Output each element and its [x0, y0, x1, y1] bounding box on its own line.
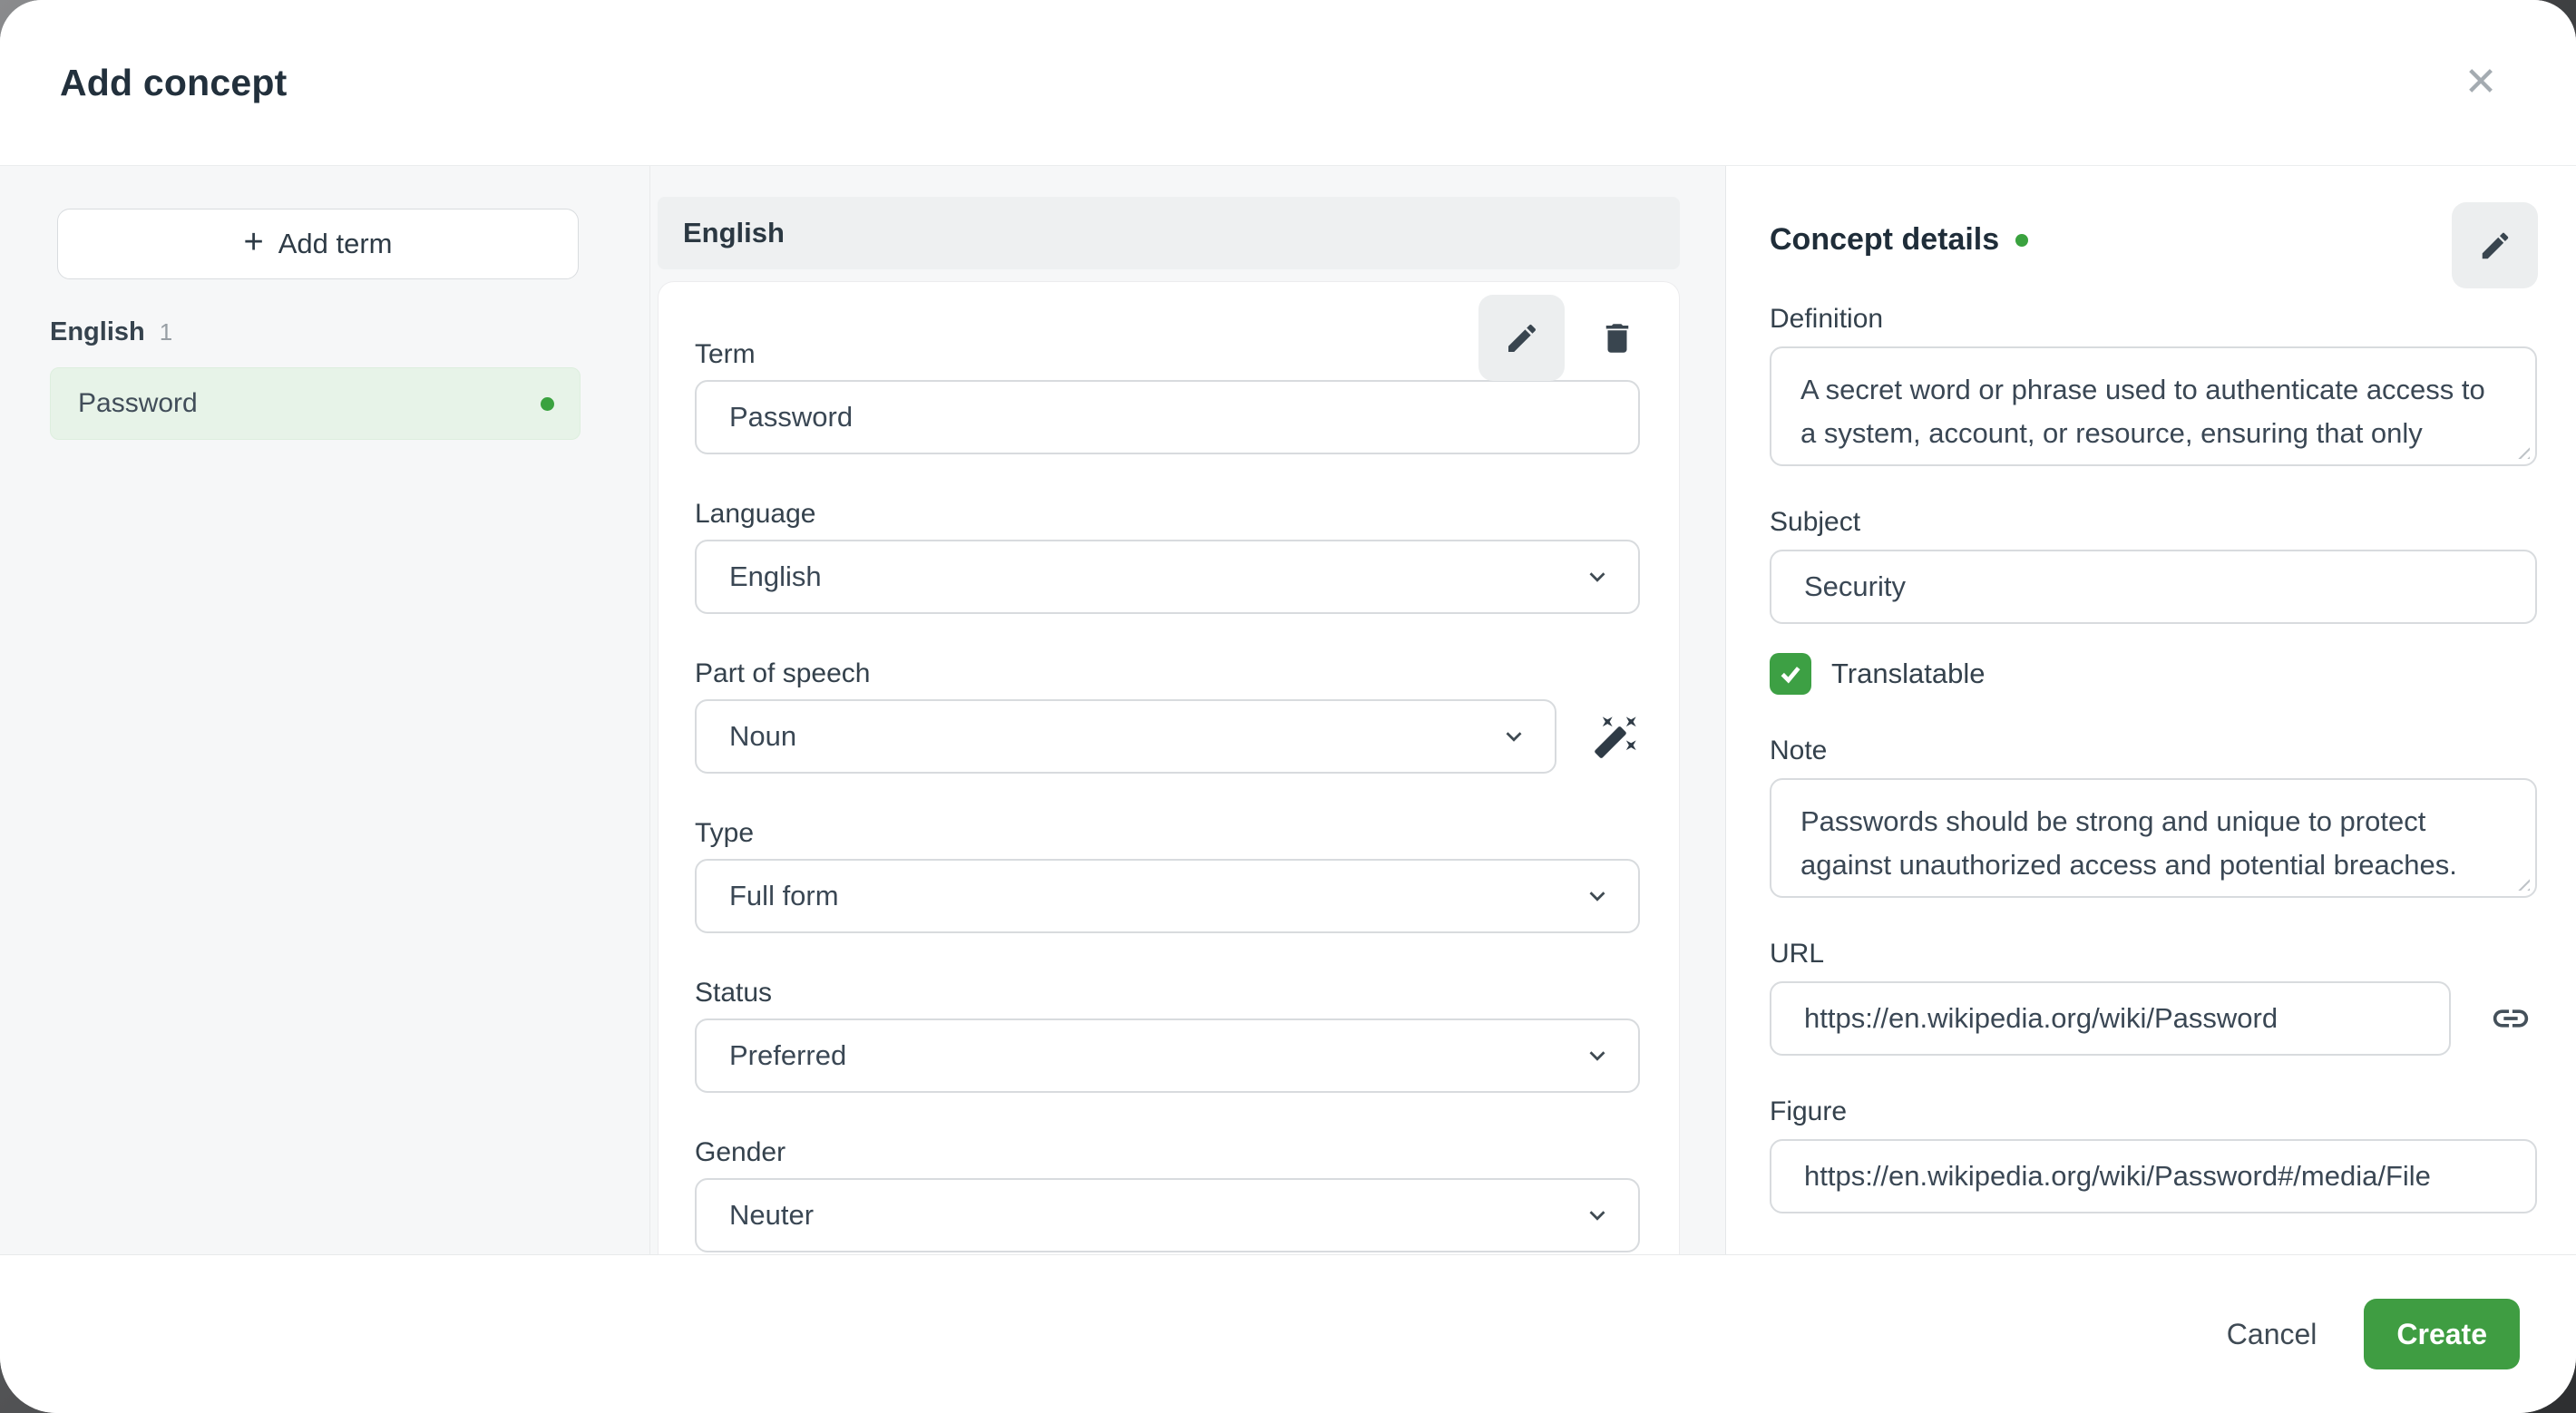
term-item-label: Password: [78, 388, 198, 418]
chevron-down-icon: [1506, 732, 1522, 742]
auto-detect-button[interactable]: [1593, 707, 1640, 765]
edit-term-button[interactable]: [1478, 295, 1565, 381]
language-select[interactable]: English: [695, 540, 1640, 614]
status-select-value: Preferred: [729, 1039, 847, 1071]
type-label: Type: [695, 818, 755, 848]
chevron-down-icon: [1589, 892, 1605, 901]
gender-label: Gender: [695, 1137, 786, 1167]
open-link-button[interactable]: [2483, 991, 2538, 1046]
edit-concept-button[interactable]: [2452, 202, 2538, 288]
translatable-checkbox[interactable]: [1770, 653, 1811, 695]
status-select[interactable]: Preferred: [695, 1018, 1640, 1093]
create-button[interactable]: Create: [2364, 1299, 2520, 1369]
term-language-header: English: [658, 197, 1680, 269]
terms-sidebar: + Add term English 1 Password: [0, 166, 650, 1254]
add-term-button[interactable]: + Add term: [57, 209, 579, 279]
language-group-name: English: [50, 317, 145, 346]
figure-input[interactable]: [1770, 1139, 2537, 1213]
language-label: Language: [695, 499, 816, 529]
concept-details-panel: Concept details Definition A secret word…: [1726, 166, 2576, 1254]
status-label: Status: [695, 978, 773, 1008]
translatable-label: Translatable: [1831, 658, 1986, 689]
concept-details-title: Concept details: [1770, 222, 2000, 257]
dialog-title: Add concept: [60, 61, 288, 103]
trash-icon: [1605, 323, 1629, 353]
term-editor-column: English Term Language English: [650, 166, 1726, 1254]
pencil-icon: [1508, 324, 1536, 352]
language-select-value: English: [729, 560, 822, 592]
note-textarea[interactable]: Passwords should be strong and unique to…: [1770, 778, 2537, 898]
subject-input[interactable]: [1770, 550, 2537, 624]
url-label: URL: [1770, 939, 1825, 969]
language-group-header: English 1: [50, 317, 579, 347]
chevron-down-icon: [1589, 1051, 1605, 1061]
part-of-speech-row: Noun: [695, 690, 1640, 774]
part-of-speech-select[interactable]: Noun: [695, 699, 1556, 774]
type-select-value: Full form: [729, 880, 839, 911]
sidebar-term-password[interactable]: Password: [50, 367, 581, 440]
delete-term-button[interactable]: [1588, 309, 1646, 367]
concept-status-dot: [2015, 233, 2029, 247]
checkmark-icon: [1781, 667, 1800, 684]
note-label: Note: [1770, 736, 1828, 765]
pencil-icon: [2482, 232, 2508, 258]
gender-select-value: Neuter: [729, 1199, 815, 1231]
add-term-label: Add term: [278, 228, 393, 259]
cancel-button[interactable]: Cancel: [2203, 1300, 2341, 1369]
language-group-count: 1: [159, 318, 173, 346]
type-select[interactable]: Full form: [695, 859, 1640, 933]
term-card: Term Language English Part of speech Nou…: [658, 281, 1680, 1254]
add-concept-dialog: Add concept ✕ + Add term English 1 Passw…: [0, 0, 2576, 1413]
term-card-actions: [1478, 295, 1646, 381]
term-input[interactable]: [695, 380, 1640, 454]
note-field: Passwords should be strong and unique to…: [1770, 778, 2537, 898]
chevron-down-icon: [1589, 1211, 1605, 1221]
definition-label: Definition: [1770, 304, 1884, 334]
chevron-down-icon: [1589, 572, 1605, 582]
term-status-dot: [541, 396, 554, 411]
concept-details-header: Concept details: [1770, 202, 2538, 288]
part-of-speech-select-value: Noun: [729, 720, 797, 752]
figure-label: Figure: [1770, 1096, 1848, 1126]
url-row: [1770, 970, 2538, 1056]
translatable-row: Translatable: [1770, 653, 2538, 695]
subject-label: Subject: [1770, 507, 1861, 537]
definition-field: A secret word or phrase used to authenti…: [1770, 346, 2537, 466]
dialog-footer: Cancel Create: [0, 1254, 2576, 1413]
dialog-body: + Add term English 1 Password English Te…: [0, 166, 2576, 1254]
link-icon: [2493, 1009, 2529, 1028]
magic-wand-icon: [1595, 716, 1636, 758]
url-input[interactable]: [1770, 981, 2451, 1056]
part-of-speech-label: Part of speech: [695, 658, 871, 688]
definition-textarea[interactable]: A secret word or phrase used to authenti…: [1770, 346, 2537, 466]
gender-select[interactable]: Neuter: [695, 1178, 1640, 1252]
close-icon[interactable]: ✕: [2449, 51, 2513, 114]
dialog-header: Add concept ✕: [0, 0, 2576, 166]
